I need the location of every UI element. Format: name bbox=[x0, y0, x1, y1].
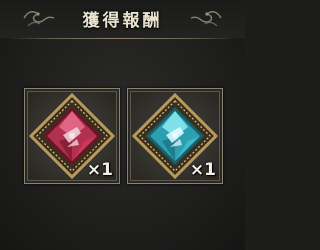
ornament-right-icon bbox=[190, 11, 222, 27]
reward-panel: 獲得報酬 ×1 ×1 bbox=[0, 0, 245, 250]
reward-item-cyan-crystal[interactable]: ×1 bbox=[127, 88, 223, 184]
reward-item-red-crystal[interactable]: ×1 bbox=[24, 88, 120, 184]
reward-quantity: ×1 bbox=[86, 160, 113, 180]
title-divider bbox=[8, 38, 237, 39]
title-bar: 獲得報酬 bbox=[0, 0, 245, 38]
reward-quantity: ×1 bbox=[189, 160, 216, 180]
